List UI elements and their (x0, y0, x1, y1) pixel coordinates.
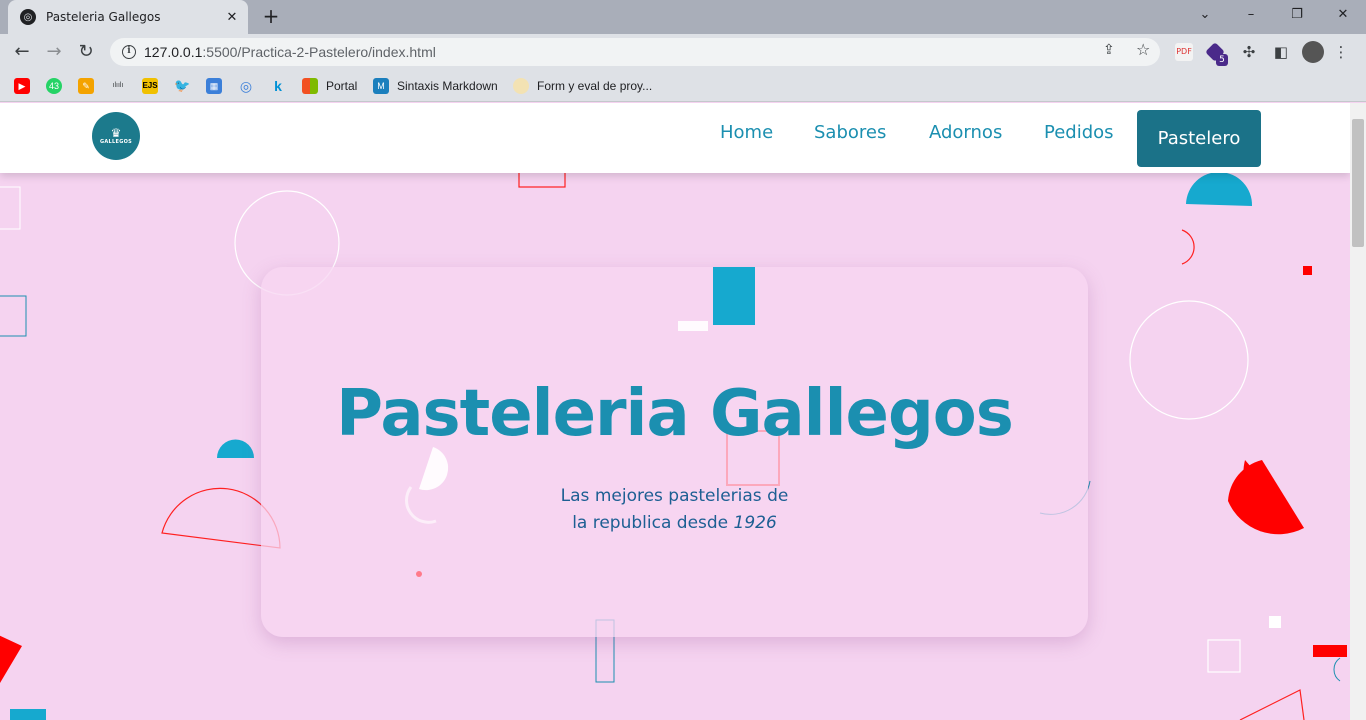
info-icon[interactable]: i (122, 45, 136, 59)
close-window-button[interactable]: ✕ (1320, 0, 1366, 30)
tab-title: Pasteleria Gallegos (46, 10, 161, 24)
nav-link-sabores[interactable]: Sabores (814, 122, 886, 143)
bookmark-cisco[interactable]: ılıılı (110, 77, 134, 95)
shape-arc-red (1181, 229, 1195, 265)
pencil-icon: ✎ (78, 78, 94, 94)
bookmark-ejs[interactable]: EJS (142, 77, 166, 95)
hero-subtitle: Las mejores pastelerias de la republica … (261, 483, 1088, 537)
shape-wedge-red-left (0, 635, 22, 683)
hero-subtitle-line1: Las mejores pastelerias de (560, 486, 789, 506)
shape-corner-red (1239, 689, 1305, 720)
extension-pdf-icon[interactable]: PDF (1175, 43, 1193, 61)
bookmark-youtube[interactable]: ▶ (14, 77, 38, 95)
app-icon: ▦ (206, 78, 222, 94)
nav-link-pedidos[interactable]: Pedidos (1044, 122, 1114, 143)
extension-badge: 5 (1216, 54, 1228, 66)
nav-link-pastelero[interactable]: Pastelero (1137, 110, 1261, 167)
page-scrollbar[interactable] (1350, 103, 1366, 720)
bookmark-app[interactable]: ▦ (206, 77, 230, 95)
tab-search-icon[interactable]: ⌄ (1182, 0, 1228, 30)
close-tab-icon[interactable]: ✕ (220, 10, 244, 25)
avatar[interactable] (1302, 41, 1324, 63)
microsoft-icon (302, 78, 318, 94)
shape-half-circle-red (1228, 460, 1304, 535)
bookmark-markdown[interactable]: M Sintaxis Markdown (373, 77, 498, 95)
nav-link-home[interactable]: Home (720, 122, 773, 143)
forward-icon[interactable]: → (40, 38, 68, 66)
bookmark-k[interactable]: k (270, 77, 294, 95)
reload-icon[interactable]: ↻ (72, 38, 100, 66)
page-viewport: ♛ GALLEGOS Home Sabores Adornos Pedidos … (0, 103, 1350, 720)
bookmark-label: Form y eval de proy... (537, 79, 653, 93)
address-bar[interactable]: i 127.0.0.1:5500/Practica-2-Pastelero/in… (110, 38, 1160, 66)
globe-icon: ◎ (239, 78, 253, 94)
shape-rect-blue (0, 295, 27, 337)
bookmarks-bar: ▶ 43 ✎ ılıılı EJS 🐦 ▦ ◎ k Portal M Sintax… (0, 70, 1366, 102)
url-path: :5500/Practica-2-Pastelero/index.html (202, 44, 436, 60)
restore-button[interactable]: ❐ (1274, 0, 1320, 30)
shape-square-white-outline (1207, 639, 1241, 673)
youtube-icon: ▶ (14, 78, 30, 94)
shape-arc-blue-right (1333, 657, 1341, 682)
shape-half-circle-blue (1186, 172, 1253, 206)
sidepanel-icon[interactable]: ◧ (1272, 43, 1290, 61)
bookmark-twitter[interactable]: 🐦 (174, 77, 198, 95)
globe-icon: ◎ (20, 9, 36, 25)
shape-dot-red (416, 571, 422, 577)
puzzle-icon[interactable]: ✣ (1240, 43, 1258, 61)
site-navbar: ♛ GALLEGOS Home Sabores Adornos Pedidos … (0, 103, 1350, 173)
logo-text: GALLEGOS (99, 139, 133, 145)
nav-link-adornos[interactable]: Adornos (929, 122, 1002, 143)
browser-toolbar: ← → ↻ i 127.0.0.1:5500/Practica-2-Pastel… (0, 34, 1366, 70)
bookmark-label: Sintaxis Markdown (397, 79, 498, 93)
ejs-icon: EJS (142, 78, 158, 94)
back-icon[interactable]: ← (8, 38, 36, 66)
shape-square-red (1303, 266, 1312, 275)
bookmark-label: Portal (326, 79, 358, 93)
markdown-icon: M (373, 78, 389, 94)
menu-icon[interactable]: ⋮ (1332, 43, 1350, 61)
bookmark-whatsapp[interactable]: 43 (46, 77, 70, 95)
browser-tab[interactable]: ◎ Pasteleria Gallegos ✕ (8, 0, 248, 34)
share-icon[interactable]: ⇪ (1103, 42, 1115, 58)
star-icon[interactable]: ☆ (1136, 40, 1150, 59)
scrollbar-thumb[interactable] (1352, 119, 1364, 247)
hero-card-shapes (405, 267, 780, 577)
shape-circle-white-right (1129, 300, 1249, 420)
hero-card: Pasteleria Gallegos Las mejores pasteler… (261, 267, 1088, 637)
k-icon: k (274, 78, 282, 94)
cisco-icon: ılıılı (112, 82, 124, 89)
shape-rect-blue-blurred (713, 267, 755, 325)
shape-half-circle-blue-left (217, 439, 254, 458)
hero-year: 1926 (733, 513, 777, 533)
shape-rect-white (0, 186, 21, 230)
new-tab-button[interactable]: + (258, 4, 284, 30)
hero-title: Pasteleria Gallegos (336, 377, 1014, 451)
shape-bar-red (1313, 645, 1347, 657)
bookmark-globe[interactable]: ◎ (238, 77, 262, 95)
url-host: 127.0.0.1 (144, 44, 203, 60)
whatsapp-icon: 43 (46, 78, 62, 94)
shape-bar-blue-bottom (10, 709, 46, 720)
hero-subtitle-line2: la republica desde (572, 513, 729, 533)
cake-icon: ♛ (110, 126, 122, 140)
twitter-icon: 🐦 (174, 78, 191, 93)
bookmark-portal[interactable]: Portal (302, 77, 357, 95)
bookmark-form[interactable]: Form y eval de proy... (513, 77, 652, 95)
bookmark-pencil[interactable]: ✎ (78, 77, 102, 95)
browser-tab-strip: ◎ Pasteleria Gallegos ✕ + ⌄ – ❐ ✕ (0, 0, 1366, 34)
site-logo[interactable]: ♛ GALLEGOS (92, 112, 140, 160)
shape-square-white (1269, 616, 1281, 628)
shape-bar-white (678, 321, 708, 331)
document-icon (513, 78, 529, 94)
minimize-button[interactable]: – (1228, 0, 1274, 30)
